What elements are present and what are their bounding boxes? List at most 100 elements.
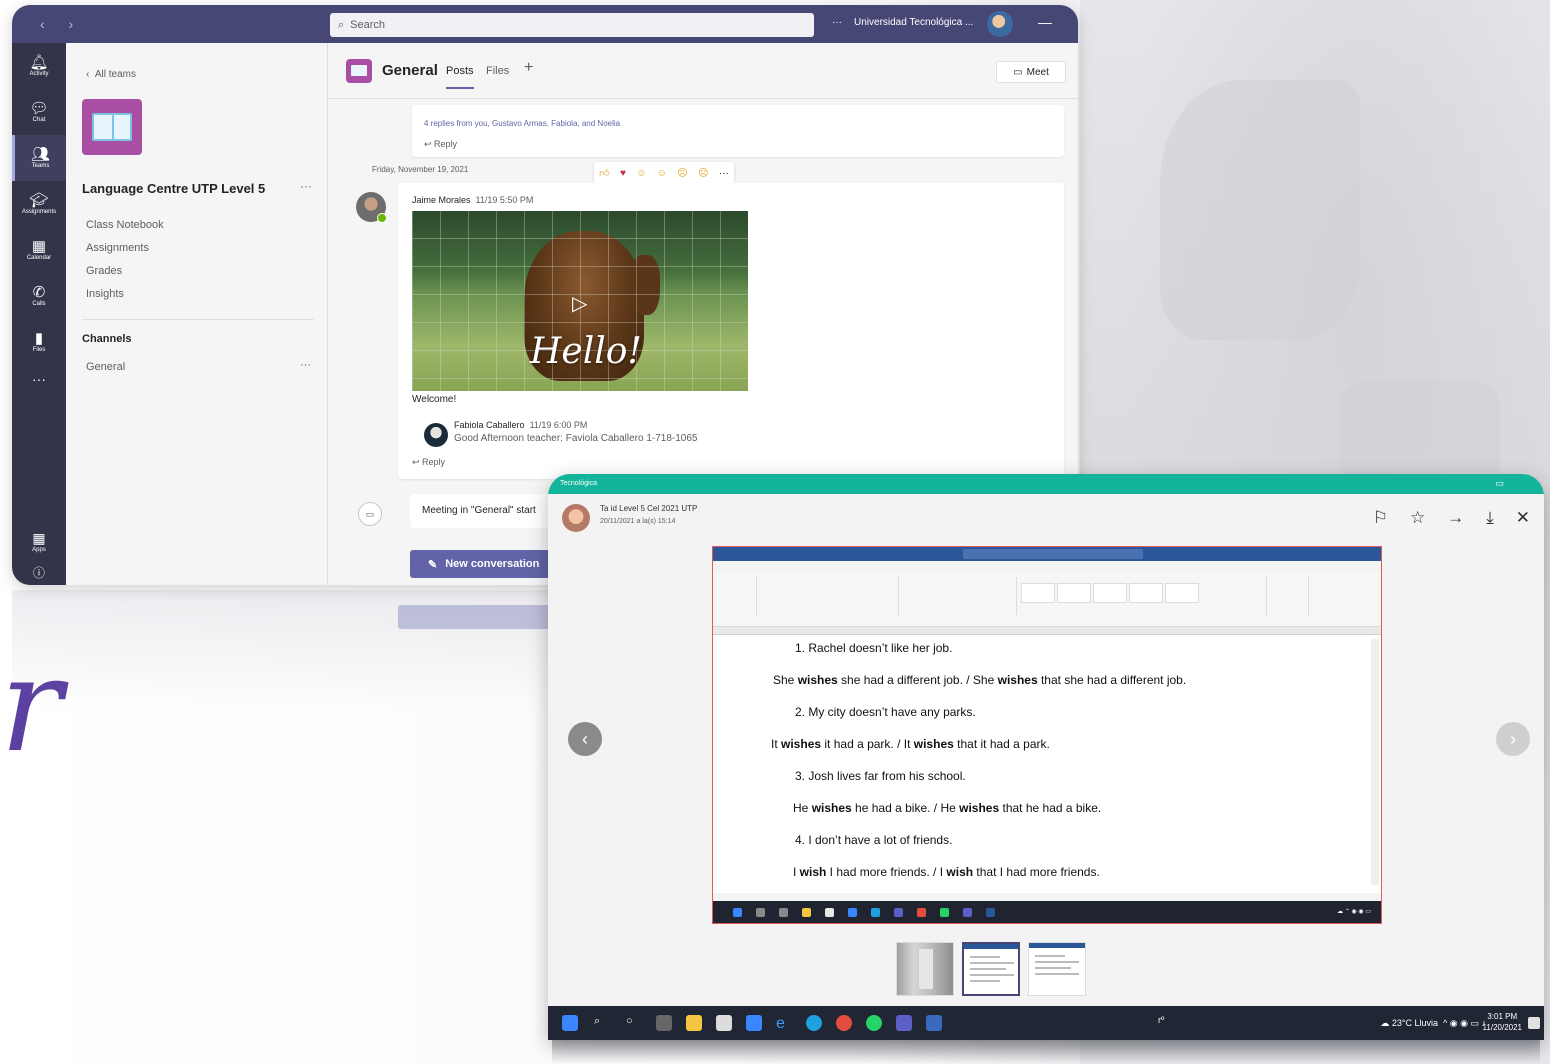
background-map-shape: [1160, 80, 1360, 340]
surprised-icon[interactable]: ☺: [657, 168, 667, 179]
teams-icon: [894, 908, 903, 917]
answer-text: He: [793, 801, 812, 815]
edge-icon[interactable]: e: [776, 1015, 792, 1032]
more-apps-button[interactable]: ···: [12, 371, 66, 387]
rail-activity[interactable]: 🔔︎ Activity: [12, 43, 66, 89]
answer-text: I: [793, 865, 800, 879]
answer-text: that he had a bike.: [999, 801, 1102, 815]
reply-message: Good Afternoon teacher: Faviola Caballer…: [454, 433, 698, 444]
thumbnail-line: [970, 956, 1000, 958]
laugh-icon[interactable]: ☺: [636, 168, 646, 179]
photos-icon[interactable]: [926, 1015, 942, 1031]
assignments-link[interactable]: Assignments: [86, 242, 164, 265]
inner-taskbar: ☁ ⌃ ◉ ◉ ▭: [713, 901, 1381, 923]
minimize-icon[interactable]: —: [1038, 14, 1052, 30]
camera-icon: ▭: [358, 502, 382, 526]
thumbnail[interactable]: [896, 942, 954, 996]
cortana-icon[interactable]: ○: [626, 1015, 642, 1031]
weather-text[interactable]: 23°C Lluvia: [1392, 1018, 1438, 1028]
play-icon[interactable]: ▷: [572, 291, 587, 316]
close-icon[interactable]: ✕: [1516, 508, 1530, 528]
more-options-icon[interactable]: ···: [719, 168, 729, 179]
org-switcher[interactable]: ··· Universidad Tecnológica ...: [832, 17, 973, 28]
next-image-button[interactable]: ›: [1496, 722, 1530, 756]
channel-general[interactable]: General: [86, 361, 125, 373]
help-icon[interactable]: ⓘ: [12, 564, 66, 581]
people-icon[interactable]: rº: [1158, 1015, 1174, 1031]
replies-summary[interactable]: 4 replies from you, Gustavo Armas, Fabio…: [424, 119, 620, 128]
avatar[interactable]: [987, 11, 1013, 37]
rail-chat[interactable]: 💬︎ Chat: [12, 89, 66, 135]
rail-apps[interactable]: ▦ Apps: [12, 530, 66, 553]
grades-link[interactable]: Grades: [86, 265, 164, 288]
media-icon[interactable]: [806, 1015, 822, 1031]
back-forward-icon[interactable]: ‹ ›: [40, 16, 83, 32]
meet-button[interactable]: ▭ Meet: [996, 61, 1066, 83]
search-input[interactable]: ⌕ Search: [330, 13, 814, 37]
notification-icon[interactable]: [1528, 1017, 1540, 1029]
previous-image-button[interactable]: ‹: [568, 722, 602, 756]
angry-icon[interactable]: ☹: [698, 168, 708, 179]
task-view-icon[interactable]: [656, 1015, 672, 1031]
mail-icon: [848, 908, 857, 917]
rail-calls[interactable]: ✆ Calls: [12, 273, 66, 319]
document-question: 2. My city doesn’t have any parks.: [795, 705, 976, 719]
team-more-button[interactable]: ···: [300, 179, 312, 193]
rail-teams[interactable]: 👥︎ Teams: [12, 135, 66, 181]
ribbon-group: [1269, 577, 1309, 615]
rail-assignments[interactable]: 🎓︎ Assignments: [12, 181, 66, 227]
bold-keyword: wish: [946, 865, 974, 879]
new-conversation-button[interactable]: ✎ New conversation: [410, 550, 570, 578]
windows-start-icon[interactable]: [562, 1015, 578, 1031]
like-icon[interactable]: 👍︎: [599, 167, 609, 179]
org-name[interactable]: Universidad Tecnológica ...: [854, 17, 973, 28]
thumbnail-header: [964, 944, 1018, 949]
reply-button[interactable]: ↩ Reply: [424, 139, 457, 150]
store-icon[interactable]: [716, 1015, 732, 1031]
search-icon[interactable]: ⌕: [594, 1015, 610, 1031]
all-teams-link[interactable]: ‹ All teams: [86, 69, 136, 80]
avatar[interactable]: [356, 192, 387, 223]
chrome-icon[interactable]: [836, 1015, 852, 1031]
clock[interactable]: 3:01 PM 11/20/2021: [1483, 1011, 1522, 1033]
flag-icon[interactable]: ⚐: [1373, 508, 1388, 528]
whatsapp-icon[interactable]: [866, 1015, 882, 1031]
heart-icon[interactable]: ♥: [620, 168, 626, 179]
document-question: 3. Josh lives far from his school.: [795, 769, 966, 783]
teams-icon[interactable]: [896, 1015, 912, 1031]
folder-icon[interactable]: [686, 1015, 702, 1031]
thumbnail-selected[interactable]: [962, 942, 1020, 996]
ribbon-group: [1213, 577, 1267, 615]
reply-button[interactable]: ↩ Reply: [412, 457, 445, 468]
window-control-icon[interactable]: ▭: [1495, 478, 1504, 489]
channel-more-button[interactable]: ···: [300, 359, 311, 371]
gif-image[interactable]: ▷ Hello!: [412, 211, 748, 391]
thumbnail[interactable]: [1028, 942, 1086, 996]
word-icon: [986, 908, 995, 917]
book-icon: [92, 113, 132, 141]
forward-icon[interactable]: →: [1447, 508, 1464, 528]
add-tab-button[interactable]: +: [524, 59, 533, 77]
tab-files[interactable]: Files: [486, 65, 509, 77]
document-answer: It wishes it had a park. / It wishes tha…: [771, 737, 1050, 751]
reaction-bar[interactable]: 👍︎ ♥ ☺ ☺ ☹ ☹ ···: [594, 162, 734, 184]
previous-post-card: 4 replies from you, Gustavo Armas, Fabio…: [412, 105, 1064, 157]
avatar[interactable]: [424, 423, 448, 447]
rail-files[interactable]: ▮ Files: [12, 319, 66, 365]
answer-text: She: [773, 673, 798, 687]
download-icon[interactable]: ⤓: [1486, 508, 1494, 528]
document-question: 4. I don’t have a lot of friends.: [795, 833, 952, 847]
rail-calendar[interactable]: ▦ Calendar: [12, 227, 66, 273]
post-message: Welcome!: [412, 394, 457, 405]
star-icon[interactable]: ☆: [1410, 508, 1425, 528]
thumbnail-line: [1035, 973, 1079, 975]
tab-posts[interactable]: Posts: [446, 65, 474, 89]
tray-icons[interactable]: ^ ◉ ◉ ▭ ♪: [1441, 1018, 1486, 1028]
compose-icon: ✎: [428, 558, 438, 571]
mail-icon[interactable]: [746, 1015, 762, 1031]
insights-link[interactable]: Insights: [86, 288, 164, 311]
class-notebook-link[interactable]: Class Notebook: [86, 219, 164, 242]
sad-icon[interactable]: ☹: [677, 168, 687, 179]
thumbnail-strip: [896, 942, 1086, 996]
word-search-box: [963, 549, 1143, 559]
